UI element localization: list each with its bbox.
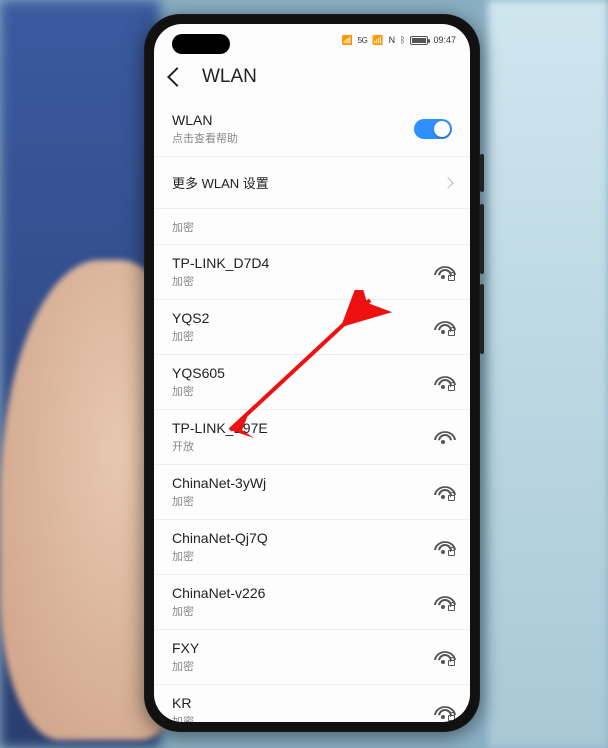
network-row[interactable]: FXY 加密	[154, 630, 470, 685]
network-security: 开放	[172, 438, 434, 454]
wifi-icon	[434, 540, 452, 554]
screen: 5G N ᛒ 09:47 WLAN WLAN 点击查看帮助 更多 WLAN 设置	[154, 24, 470, 722]
lock-icon	[448, 385, 455, 391]
lock-icon	[448, 495, 455, 501]
lock-icon	[448, 330, 455, 336]
network-ssid: ChinaNet-Qj7Q	[172, 530, 434, 546]
network-security: 加密	[172, 658, 434, 674]
network-ssid: FXY	[172, 640, 434, 656]
network-security: 加密	[172, 273, 434, 289]
wifi-icon	[434, 430, 452, 444]
network-ssid: YQS2	[172, 310, 434, 326]
network-row[interactable]: ChinaNet-3yWj 加密	[154, 465, 470, 520]
camera-cutout	[172, 34, 230, 54]
signal-icon-2	[372, 35, 383, 46]
page-title: WLAN	[202, 66, 257, 88]
side-button	[480, 154, 484, 192]
wifi-icon	[434, 595, 452, 609]
chevron-right-icon	[442, 177, 453, 188]
network-security: 加密	[172, 493, 434, 509]
battery-icon	[410, 36, 428, 45]
network-row[interactable]: ChinaNet-Qj7Q 加密	[154, 520, 470, 575]
back-icon[interactable]	[167, 67, 187, 87]
lock-icon	[448, 605, 455, 611]
network-security: 加密	[172, 328, 434, 344]
wlan-hint: 点击查看帮助	[172, 130, 414, 146]
network-row[interactable]: TP-LINK_D7D4 加密	[154, 245, 470, 300]
wifi-icon	[434, 485, 452, 499]
network-ssid: KR	[172, 695, 434, 711]
network-ssid: YQS605	[172, 365, 434, 381]
volume-down-button	[480, 284, 484, 354]
nfc-icon: N	[389, 35, 396, 45]
network-security: 加密	[172, 219, 452, 235]
network-ssid: ChinaNet-3yWj	[172, 475, 434, 491]
network-row[interactable]: YQS2 加密	[154, 300, 470, 355]
bluetooth-icon: ᛒ	[400, 35, 405, 45]
wifi-icon	[434, 265, 452, 279]
network-security: 加密	[172, 713, 434, 722]
network-ssid: TP-LINK_D7D4	[172, 255, 434, 271]
more-wlan-settings-row[interactable]: 更多 WLAN 设置	[154, 157, 470, 209]
lock-icon	[448, 660, 455, 666]
more-settings-label: 更多 WLAN 设置	[172, 173, 444, 192]
wlan-toggle-row[interactable]: WLAN 点击查看帮助	[154, 102, 470, 157]
network-security: 加密	[172, 548, 434, 564]
wifi-icon	[434, 320, 452, 334]
network-row[interactable]: YQS605 加密	[154, 355, 470, 410]
network-ssid: ChinaNet-v226	[172, 585, 434, 601]
network-row[interactable]: TP-LINK_E97E 开放	[154, 410, 470, 465]
wlan-label: WLAN	[172, 112, 414, 128]
lock-icon	[448, 550, 455, 556]
signal-icon	[341, 35, 352, 46]
wifi-icon	[434, 375, 452, 389]
volume-up-button	[480, 204, 484, 274]
wlan-switch[interactable]	[414, 119, 452, 139]
partial-network-row[interactable]: 加密	[154, 209, 470, 245]
network-ssid: TP-LINK_E97E	[172, 420, 434, 436]
network-security: 加密	[172, 383, 434, 399]
network-type: 5G	[358, 36, 368, 45]
network-row[interactable]: ChinaNet-v226 加密	[154, 575, 470, 630]
settings-list: WLAN 点击查看帮助 更多 WLAN 设置 加密 TP-LINK_D7D4 加密…	[154, 102, 470, 722]
clock: 09:47	[433, 35, 456, 45]
phone-frame: 5G N ᛒ 09:47 WLAN WLAN 点击查看帮助 更多 WLAN 设置	[144, 14, 480, 732]
network-row[interactable]: KR 加密	[154, 685, 470, 722]
network-security: 加密	[172, 603, 434, 619]
lock-icon	[448, 275, 455, 281]
lock-icon	[448, 715, 455, 721]
wifi-icon	[434, 650, 452, 664]
wifi-icon	[434, 705, 452, 719]
header: WLAN	[154, 56, 470, 102]
